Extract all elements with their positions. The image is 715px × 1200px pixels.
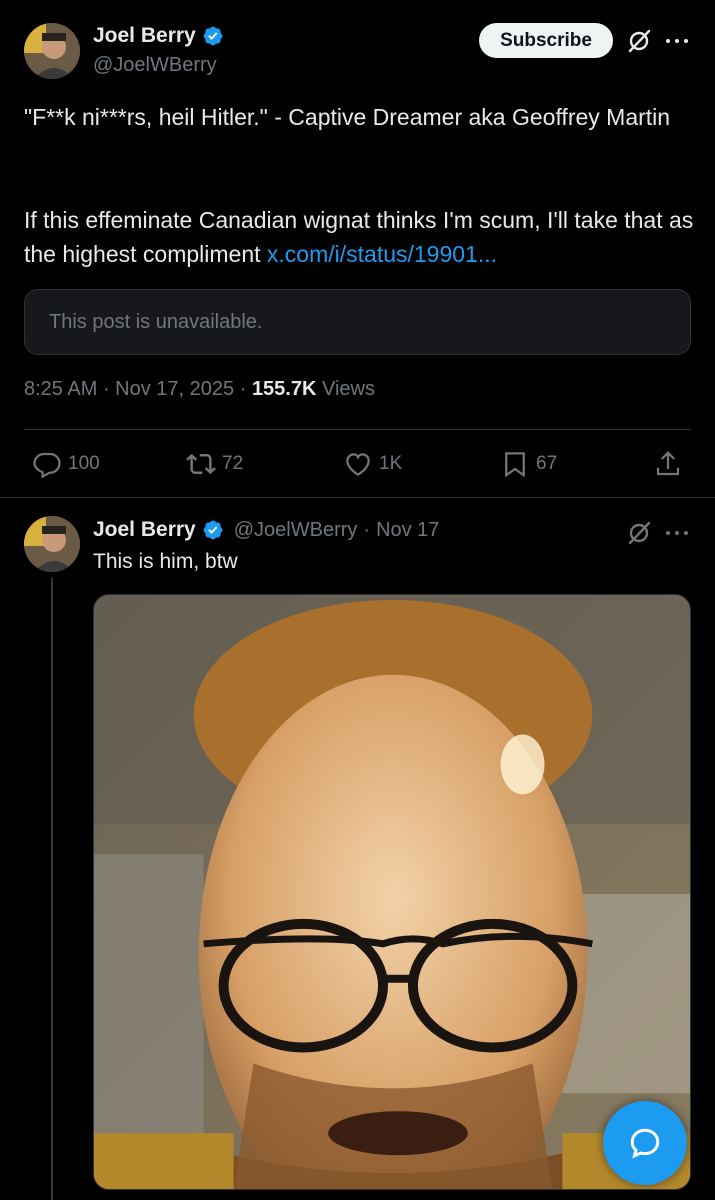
thread-line (51, 578, 53, 1200)
author-handle[interactable]: @JoelWBerry (93, 54, 217, 77)
meta-separator: · (97, 378, 116, 400)
views-label[interactable]: Views (322, 378, 375, 401)
repost-icon (186, 453, 216, 475)
divider (0, 497, 715, 498)
post-meta: 8:25 AM · Nov 17, 2025 · 155.7K Views (24, 378, 375, 401)
status-link[interactable]: x.com/i/status/19901... (267, 241, 497, 267)
share-button[interactable] (653, 449, 683, 479)
bookmark-icon (505, 452, 525, 478)
bookmark-button[interactable]: 67 (500, 449, 557, 479)
reply-text: This is him, btw (93, 550, 238, 573)
more-icon[interactable] (666, 38, 688, 44)
subscribe-button[interactable]: Subscribe (479, 23, 613, 58)
like-button[interactable]: 1K (343, 449, 402, 479)
heart-icon (346, 453, 370, 476)
author-name[interactable]: Joel Berry (93, 24, 196, 48)
grok-icon[interactable] (626, 28, 652, 54)
reply-media-image[interactable] (93, 594, 691, 1190)
more-icon[interactable] (666, 530, 688, 536)
reply-author-avatar[interactable] (24, 516, 80, 572)
compose-button[interactable] (603, 1101, 687, 1185)
author-name-row[interactable]: Joel Berry (93, 24, 224, 48)
verified-badge-icon (203, 26, 223, 46)
reply-author-handle[interactable]: @JoelWBerry (234, 519, 358, 542)
chat-bubble-icon (630, 1128, 660, 1159)
like-count: 1K (379, 453, 403, 474)
share-icon (656, 451, 680, 476)
quoted-post-unavailable: This post is unavailable. (24, 289, 691, 355)
tweet-text-body: If this effeminate Canadian wignat think… (24, 203, 694, 271)
post-time[interactable]: 8:25 AM (24, 378, 97, 401)
reply-icon (33, 452, 61, 479)
reply-author-row: Joel Berry @JoelWBerry · Nov 17 (93, 518, 439, 542)
reply-button[interactable]: 100 (32, 449, 100, 479)
views-count[interactable]: 155.7K (252, 378, 317, 401)
repost-count: 72 (222, 453, 244, 474)
reply-date[interactable]: Nov 17 (376, 519, 439, 542)
verified-badge-icon (203, 520, 223, 540)
post-date[interactable]: Nov 17, 2025 (115, 378, 234, 401)
grok-icon[interactable] (626, 520, 652, 546)
meta-separator: · (234, 378, 252, 400)
author-avatar[interactable] (24, 23, 80, 79)
reply-author-name[interactable]: Joel Berry (93, 518, 196, 542)
tweet-text-quote: "F**k ni***rs, heil Hitler." - Captive D… (24, 104, 671, 130)
divider (24, 429, 691, 430)
meta-separator: · (363, 518, 371, 541)
reply-count: 100 (68, 453, 100, 474)
bookmark-count: 67 (536, 453, 558, 474)
repost-button[interactable]: 72 (186, 449, 243, 479)
